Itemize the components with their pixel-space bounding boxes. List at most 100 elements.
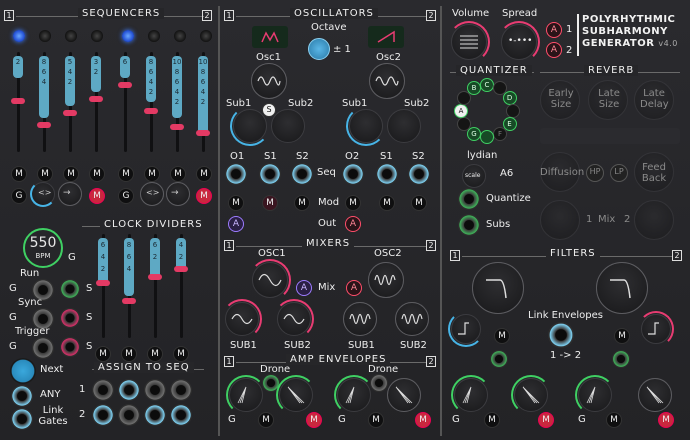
env2-m-button[interactable]: M <box>368 412 384 428</box>
row-label-s1b: S1 <box>380 151 393 162</box>
note-button-d[interactable]: D <box>502 91 517 105</box>
o2-seq-jack[interactable] <box>342 163 364 185</box>
osc1-sync-button[interactable]: S <box>262 103 276 117</box>
assign-2-div1[interactable] <box>92 404 114 426</box>
seq-slider-handle[interactable] <box>144 108 158 114</box>
bpm-knob[interactable]: 550 BPM <box>23 228 63 268</box>
div4-mute-button[interactable]: M <box>173 346 189 362</box>
env2-mute-button[interactable]: M <box>415 412 431 428</box>
divider-slider-handle[interactable] <box>122 298 136 304</box>
subs-toggle[interactable] <box>458 214 480 236</box>
filter1-mute-button[interactable]: M <box>494 328 510 344</box>
o1-out-button[interactable]: A <box>228 216 244 232</box>
reverb-send-2-knob[interactable] <box>634 200 674 240</box>
trigger-input-jack[interactable] <box>32 337 54 359</box>
seq1-step2-led <box>39 30 51 42</box>
s2-mod-button[interactable]: M <box>294 195 310 211</box>
o2-mod-button[interactable]: M <box>345 195 361 211</box>
seq-slider-handle[interactable] <box>118 82 132 88</box>
output-1-button[interactable]: A <box>546 22 562 38</box>
seq-slider-handle[interactable] <box>196 130 210 136</box>
s1-seq-jack[interactable] <box>259 163 281 185</box>
mixer-a2-button[interactable]: A <box>346 280 362 296</box>
any-toggle[interactable] <box>11 385 33 407</box>
mixers-title: MIXERS <box>302 238 355 249</box>
osc1-sub2-knob[interactable] <box>271 109 305 143</box>
link-gates-toggle[interactable] <box>11 408 33 430</box>
ramp-wave-icon <box>377 30 395 43</box>
divider-slider-handle[interactable] <box>96 280 110 286</box>
seq1-reset-button[interactable]: M <box>89 188 105 204</box>
filter1-m-button[interactable]: M <box>484 412 500 428</box>
divider-slider-handle[interactable] <box>148 274 162 280</box>
link-envelopes-toggle[interactable] <box>548 322 574 348</box>
seq2-mute-button-3[interactable]: M <box>170 166 186 182</box>
run-button[interactable] <box>60 279 80 299</box>
div2-mute-button[interactable]: M <box>121 346 137 362</box>
o2-out-button[interactable]: A <box>345 216 361 232</box>
sync-button[interactable] <box>60 308 80 328</box>
filter2-mute-button[interactable]: M <box>614 328 630 344</box>
hp-button[interactable]: HP <box>586 164 604 182</box>
note-button-d-sharp[interactable] <box>506 104 520 118</box>
seq-slider-handle[interactable] <box>11 98 25 104</box>
assign-2-div3[interactable] <box>144 404 166 426</box>
next-button[interactable] <box>10 358 36 384</box>
s2b-seq-jack[interactable] <box>408 163 430 185</box>
env1-mute-button[interactable]: M <box>306 412 322 428</box>
mixer-a-button[interactable]: A <box>296 280 312 296</box>
s1-mod-button[interactable]: M <box>262 195 278 211</box>
quantize-toggle[interactable] <box>458 188 480 210</box>
drone2-button[interactable] <box>370 374 388 392</box>
output-2-button[interactable]: A <box>546 42 562 58</box>
lp-button[interactable]: LP <box>610 164 628 182</box>
seq2-mute-button-1[interactable]: M <box>118 166 134 182</box>
assign-1-div2[interactable] <box>118 379 140 401</box>
o1-seq-jack[interactable] <box>225 163 247 185</box>
seq2-mute-button-2[interactable]: M <box>144 166 160 182</box>
seq1-mute-button-1[interactable]: M <box>11 166 27 182</box>
trigger-button[interactable] <box>60 337 80 357</box>
divider-slider-tick: 8 <box>126 241 132 249</box>
assign-1-div4[interactable] <box>170 379 192 401</box>
assign-1-div3[interactable] <box>144 379 166 401</box>
seq2-reset-button[interactable]: M <box>196 188 212 204</box>
divider-slider-handle[interactable] <box>174 266 188 272</box>
osc2-sub2-knob[interactable] <box>387 109 421 143</box>
filter2-env-toggle[interactable] <box>612 350 630 368</box>
s1b-seq-jack[interactable] <box>376 163 398 185</box>
filter2-reset-button[interactable]: M <box>658 412 674 428</box>
note-button-a[interactable]: A <box>454 104 468 118</box>
assign-row-1-label: 1 <box>79 384 86 395</box>
env1-m-button[interactable]: M <box>258 412 274 428</box>
seq-slider-handle[interactable] <box>63 110 77 116</box>
seq1-mute-button-2[interactable]: M <box>37 166 53 182</box>
seq-slider-handle[interactable] <box>37 122 51 128</box>
s2-seq-jack[interactable] <box>291 163 313 185</box>
seq-slider-handle[interactable] <box>170 124 184 130</box>
assign-2-div2[interactable] <box>118 404 140 426</box>
seq-slider-handle[interactable] <box>89 96 103 102</box>
assign-2-div4[interactable] <box>170 404 192 426</box>
note-button-f-sharp[interactable] <box>480 130 494 144</box>
note-button-f[interactable]: F <box>493 126 507 141</box>
seq2-mute-button-4[interactable]: M <box>196 166 212 182</box>
div1-mute-button[interactable]: M <box>95 346 111 362</box>
div3-mute-button[interactable]: M <box>147 346 163 362</box>
octave-knob[interactable] <box>308 38 330 60</box>
s1b-mod-button[interactable]: M <box>379 195 395 211</box>
link-gates-label: Link Gates <box>38 405 68 427</box>
seq1-mute-button-4[interactable]: M <box>89 166 105 182</box>
seq1-gate-button[interactable]: G <box>11 188 27 204</box>
bpm-value: 550 <box>29 235 57 251</box>
reverb-send-1-knob[interactable] <box>540 200 580 240</box>
seq2-gate-button[interactable]: G <box>118 188 134 204</box>
note-button-c[interactable]: C <box>480 78 494 92</box>
filter1-env-toggle[interactable] <box>490 350 508 368</box>
assign-1-div1[interactable] <box>92 379 114 401</box>
filter2-m-button[interactable]: M <box>606 412 622 428</box>
filter1-reset-button[interactable]: M <box>538 412 554 428</box>
o1-mod-button[interactable]: M <box>228 195 244 211</box>
s2b-mod-button[interactable]: M <box>411 195 427 211</box>
seq1-mute-button-3[interactable]: M <box>63 166 79 182</box>
